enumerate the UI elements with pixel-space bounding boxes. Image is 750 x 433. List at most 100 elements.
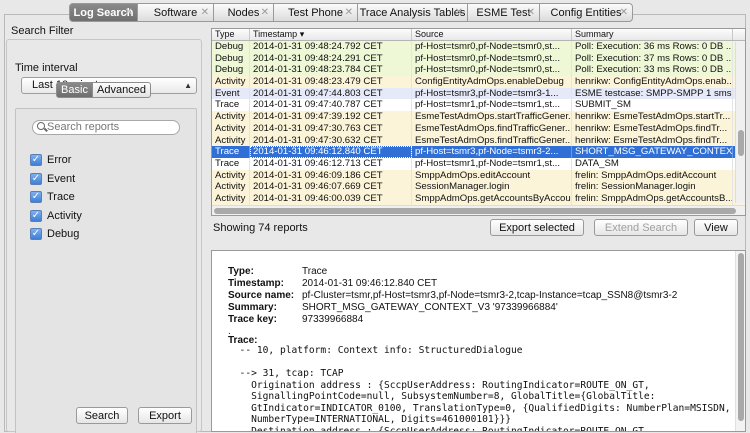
export-selected-button[interactable]: Export selected <box>490 219 584 236</box>
tab-esme-test[interactable]: ESME Test ✕ <box>467 3 539 22</box>
table-cell-ts: 2014-01-31 09:48:24.792 CET <box>250 41 412 53</box>
filter-checkbox-trace[interactable]: ✓ Trace <box>30 191 75 203</box>
table-cell-ts: 2014-01-31 09:46:09.186 CET <box>250 169 412 182</box>
table-row[interactable]: Debug 2014-01-31 09:48:24.792 CET pf-Host=… <box>212 41 745 53</box>
table-row[interactable]: Activity 2014-01-31 09:47:30.632 CET EsmeT… <box>212 134 745 147</box>
table-row[interactable]: Event 2014-01-31 09:47:44.803 CET pf-Host=… <box>212 87 745 100</box>
table-cell-type: Debug <box>212 64 250 77</box>
filter-checkbox-debug[interactable]: ✓ Debug <box>30 228 79 240</box>
filter-checkbox-error[interactable]: ✓ Error <box>30 154 71 166</box>
table-cell-ts: 2014-01-31 09:47:44.803 CET <box>250 87 412 100</box>
table-cell-ts: 2014-01-31 09:46:12.713 CET <box>250 157 412 170</box>
table-row[interactable]: Trace 2014-01-31 09:47:40.787 CET pf-Host=… <box>212 99 745 112</box>
table-cell-summary: Poll: Execution: 37 ms Rows: 0 DB ... <box>572 52 733 65</box>
filter-mode-toggle: Basic Advanced <box>56 82 151 98</box>
report-details-pane[interactable]: Type: Trace Timestamp: 2014-01-31 09:46:12.… <box>211 250 746 432</box>
checkbox-label: Debug <box>47 228 80 240</box>
table-body: Debug 2014-01-31 09:48:24.792 CET pf-Host=… <box>212 41 745 215</box>
scroll-thumb[interactable] <box>214 208 736 214</box>
table-horizontal-scrollbar[interactable] <box>212 205 745 215</box>
search-reports-input[interactable]: Search reports <box>32 120 180 135</box>
tab-config-entities[interactable]: Config Entities ✕ <box>539 3 633 22</box>
table-cell-type: Activity <box>212 169 250 182</box>
checkbox[interactable]: ✓ <box>30 209 42 222</box>
close-icon[interactable]: ✕ <box>455 7 463 18</box>
table-row[interactable]: Activity 2014-01-31 09:46:00.039 CET SmppA… <box>212 192 745 205</box>
detail-field: Trace key: 97339966884 <box>228 314 363 325</box>
checkbox-label: Error <box>47 154 72 166</box>
table-cell-type: Debug <box>212 52 250 65</box>
table-row[interactable]: Debug 2014-01-31 09:48:24.291 CET pf-Host=… <box>212 52 745 65</box>
column-header-type[interactable]: Type <box>212 29 250 40</box>
tab-trace-analysis-tables[interactable]: Trace Analysis Tables ✕ <box>357 3 467 22</box>
tab-nodes[interactable]: Nodes ✕ <box>213 3 273 22</box>
detail-field: Summary: SHORT_MSG_GATEWAY_CONTEXT_V3 '97… <box>228 302 558 313</box>
table-cell-summary: henrikw: EsmeTestAdmOps.startTr... <box>572 111 733 123</box>
table-row[interactable]: Debug 2014-01-31 09:48:23.784 CET pf-Host=… <box>212 64 745 77</box>
column-header-timestamp[interactable]: Timestamp ▾ <box>250 29 412 40</box>
advanced-tab-button[interactable]: Advanced <box>93 82 151 98</box>
tab-test-phone[interactable]: Test Phone ✕ <box>273 3 357 22</box>
tab-label: ESME Test <box>476 6 531 19</box>
scroll-thumb[interactable] <box>738 253 744 421</box>
detail-value: 97339966884 <box>302 314 364 325</box>
tab-log-search[interactable]: Log Search ✕ <box>69 3 137 22</box>
table-row[interactable]: Activity 2014-01-31 09:46:09.186 CET SmppA… <box>212 169 745 182</box>
table-cell-type: Event <box>212 87 250 100</box>
table-row[interactable]: Activity 2014-01-31 09:46:07.669 CET Sessi… <box>212 181 745 193</box>
table-cell-source: pf-Host=tsmr0,pf-Node=tsmr0,st... <box>412 41 572 53</box>
search-reports-placeholder: Search reports <box>47 121 120 133</box>
column-header-summary[interactable]: Summary <box>572 29 733 40</box>
close-icon[interactable]: ✕ <box>620 7 628 18</box>
trace-line: GtIndicator=INDICATOR_0100, TranslationT… <box>228 402 731 414</box>
table-cell-source: SmppAdmOps.getAccountsByAccou... <box>412 192 572 205</box>
tab-software[interactable]: Software ✕ <box>137 3 213 22</box>
table-cell-source: ConfigEntityAdmOps.enableDebug <box>412 76 572 88</box>
time-interval-label: Time interval <box>15 62 78 74</box>
close-icon[interactable]: ✕ <box>125 7 133 18</box>
table-cell-source: pf-Host=tsmr1,pf-Node=tsmr1,st... <box>412 157 572 170</box>
column-header-source[interactable]: Source <box>412 29 572 40</box>
updown-arrows-icon: ▲ <box>184 81 192 90</box>
table-cell-type: Activity <box>212 76 250 88</box>
filter-checkbox-event[interactable]: ✓ Event <box>30 172 75 185</box>
table-cell-summary: henrikw: ConfigEntityAdmOps.enab... <box>572 76 733 88</box>
table-row[interactable]: Activity 2014-01-31 09:48:23.479 CET Confi… <box>212 76 745 88</box>
basic-tab-button[interactable]: Basic <box>56 82 93 98</box>
checkbox[interactable]: ✓ <box>30 154 42 166</box>
table-cell-summary: DATA_SM <box>572 157 733 170</box>
close-icon[interactable]: ✕ <box>345 7 353 18</box>
close-icon[interactable]: ✕ <box>201 7 209 18</box>
close-icon[interactable]: ✕ <box>261 7 269 18</box>
table-row[interactable]: Trace 2014-01-31 09:46:12.713 CET pf-Host=… <box>212 157 745 170</box>
extend-search-button[interactable]: Extend Search <box>594 219 688 236</box>
details-scrollbar[interactable] <box>735 251 745 431</box>
reports-table[interactable]: Type Timestamp ▾ Source Summary Debug 201… <box>211 28 746 216</box>
table-row[interactable]: Activity 2014-01-31 09:47:30.763 CET EsmeT… <box>212 122 745 135</box>
table-row[interactable]: Trace 2014-01-31 09:46:12.840 CET pf-Host=… <box>212 146 745 158</box>
close-icon[interactable]: ✕ <box>527 7 535 18</box>
detail-key: Timestamp: <box>228 278 284 289</box>
checkbox[interactable]: ✓ <box>30 172 42 185</box>
search-icon <box>37 122 45 130</box>
table-vertical-scrollbar[interactable] <box>735 42 745 203</box>
filter-checkbox-activity[interactable]: ✓ Activity <box>30 209 82 222</box>
tab-label: Software <box>153 6 198 19</box>
table-cell-type: Activity <box>212 122 250 135</box>
view-button[interactable]: View <box>694 219 738 236</box>
table-cell-source: pf-Host=tsmr3,pf-Node=tsmr3-1... <box>412 87 572 100</box>
checkbox[interactable]: ✓ <box>30 228 42 240</box>
table-cell-type: Debug <box>212 41 250 53</box>
table-cell-type: Activity <box>212 192 250 205</box>
export-button[interactable]: Export <box>138 407 192 424</box>
table-cell-type: Trace <box>212 157 250 170</box>
checkbox[interactable]: ✓ <box>30 191 42 203</box>
tab-label: Nodes <box>227 6 260 19</box>
scroll-thumb[interactable] <box>738 130 744 156</box>
table-cell-type: Activity <box>212 181 250 193</box>
table-cell-type: Activity <box>212 134 250 147</box>
detail-key: Type: <box>228 266 254 277</box>
table-row[interactable]: Activity 2014-01-31 09:47:39.192 CET EsmeT… <box>212 111 745 123</box>
search-button[interactable]: Search <box>76 407 128 424</box>
checkbox-label: Trace <box>47 191 75 203</box>
